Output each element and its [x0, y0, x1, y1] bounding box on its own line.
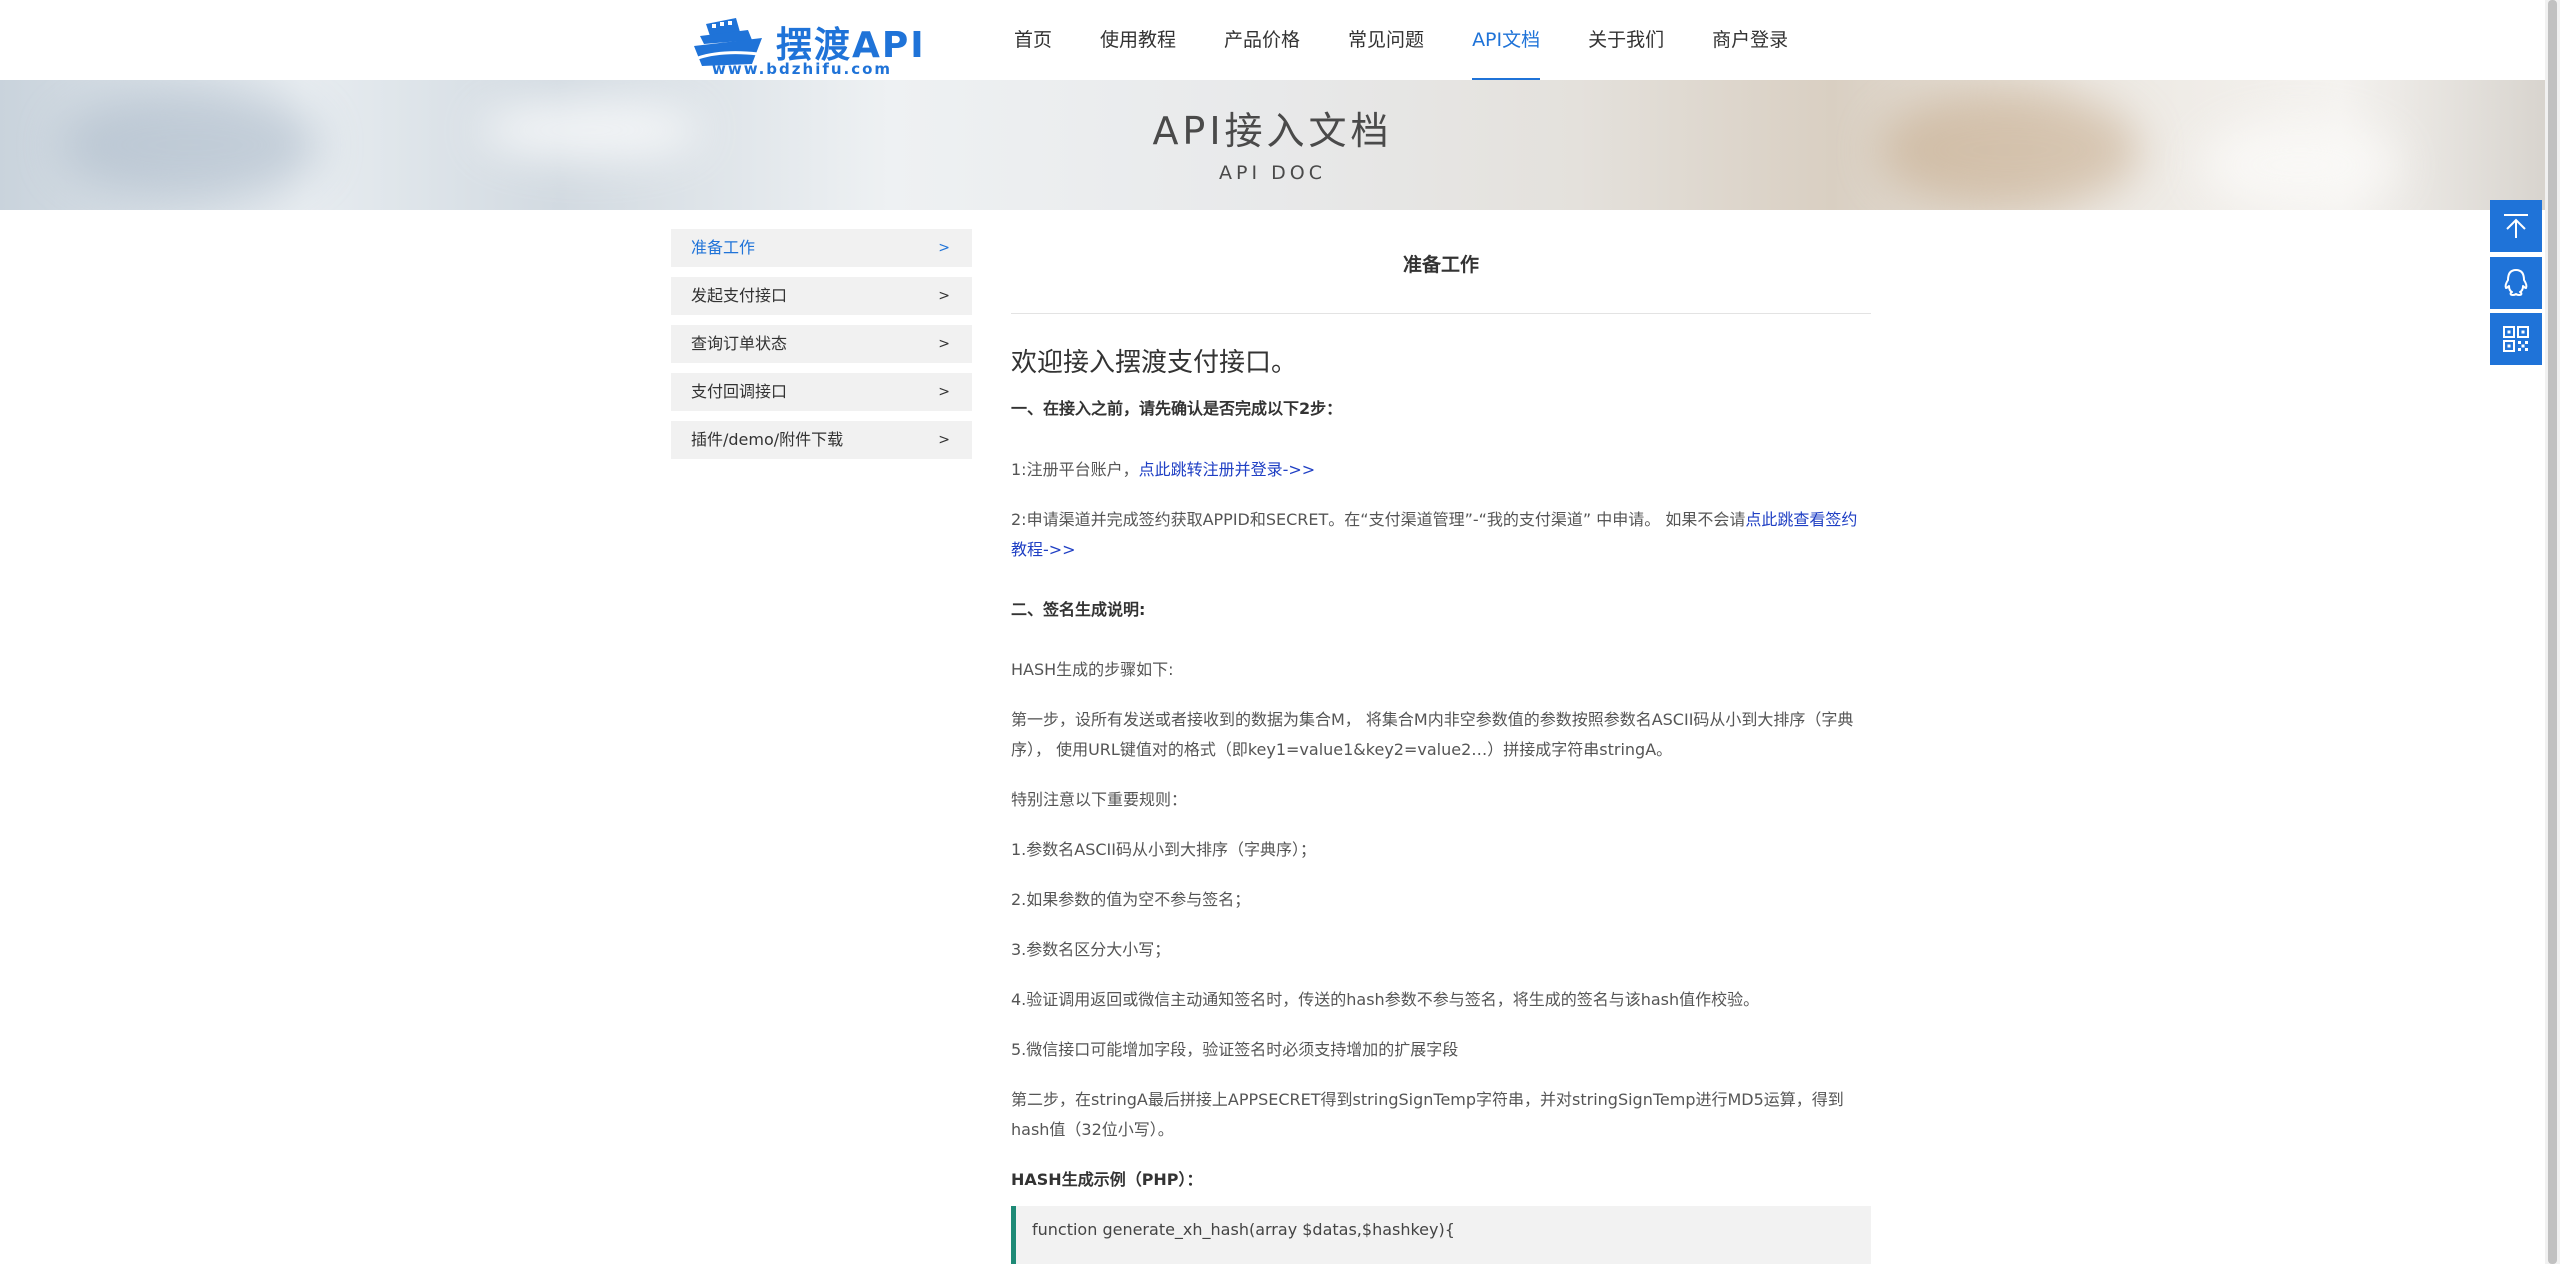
back-to-top-icon [2504, 214, 2528, 238]
logo[interactable]: 摆渡API www.bdzhifu.com [692, 12, 924, 80]
rules-title: 特别注意以下重要规则： [1011, 790, 1188, 809]
step2-paragraph: 2:申请渠道并完成签约获取APPID和SECRET。在“支付渠道管理”-“我的支… [1011, 505, 1871, 565]
page-banner: API接入文档 API DOC [0, 80, 2545, 210]
rule-item: 2.如果参数的值为空不参与签名； [1011, 890, 1251, 909]
chevron-right-icon: > [938, 336, 950, 352]
sidebar-item-callback[interactable]: 支付回调接口 > [671, 373, 972, 411]
section-heading: 一、在接入之前，请先确认是否完成以下2步： [1011, 399, 1343, 418]
qq-icon [2504, 269, 2528, 296]
section-heading: 二、签名生成说明: [1011, 600, 1146, 619]
step2-text: 2:申请渠道并完成签约获取APPID和SECRET。在“支付渠道管理”-“我的支… [1011, 510, 1746, 529]
hash-intro: HASH生成的步骤如下: [1011, 660, 1174, 679]
nav-item-home[interactable]: 首页 [990, 0, 1076, 80]
rule-item: 5.微信接口可能增加字段，验证签名时必须支持增加的扩展字段 [1011, 1040, 1459, 1059]
doc-sidebar: 准备工作 > 发起支付接口 > 查询订单状态 > 支付回调接口 > 插件/dem… [671, 229, 972, 469]
scrollbar-thumb[interactable] [2548, 0, 2557, 1264]
nav-item-pricing[interactable]: 产品价格 [1200, 0, 1324, 80]
sidebar-item-label: 准备工作 [691, 238, 756, 257]
banner-subtitle: API DOC [1219, 162, 1326, 184]
nav-item-faq[interactable]: 常见问题 [1324, 0, 1448, 80]
qrcode-button[interactable] [2490, 313, 2542, 365]
rule-item: 3.参数名区分大小写； [1011, 940, 1171, 959]
back-to-top-button[interactable] [2490, 200, 2542, 252]
nav-item-about[interactable]: 关于我们 [1564, 0, 1688, 80]
step1-paragraph: 1:注册平台账户，点此跳转注册并登录->> [1011, 455, 1871, 485]
header: 摆渡API www.bdzhifu.com 首页 使用教程 产品价格 常见问题 … [0, 0, 2545, 80]
main-nav: 首页 使用教程 产品价格 常见问题 API文档 关于我们 商户登录 [990, 0, 1812, 80]
step1-text: 1:注册平台账户， [1011, 460, 1139, 479]
rule-item: 4.验证调用返回或微信主动通知签名时，传送的hash参数不参与签名，将生成的签名… [1011, 990, 1760, 1009]
sidebar-item-label: 查询订单状态 [691, 334, 788, 353]
sidebar-item-preparation[interactable]: 准备工作 > [671, 229, 972, 267]
sidebar-item-label: 支付回调接口 [691, 382, 788, 401]
sidebar-item-create-payment[interactable]: 发起支付接口 > [671, 277, 972, 315]
sidebar-item-downloads[interactable]: 插件/demo/附件下载 > [671, 421, 972, 459]
chevron-right-icon: > [938, 384, 950, 400]
qrcode-icon [2503, 326, 2529, 352]
logo-url: www.bdzhifu.com [712, 60, 893, 78]
rule-item: 1.参数名ASCII码从小到大排序（字典序）； [1011, 840, 1316, 859]
welcome-heading: 欢迎接入摆渡支付接口。 [1011, 348, 1298, 378]
content-title: 准备工作 [1011, 250, 1871, 314]
qq-contact-button[interactable] [2490, 257, 2542, 309]
sidebar-item-label: 发起支付接口 [691, 286, 788, 305]
nav-item-merchant-login[interactable]: 商户登录 [1688, 0, 1812, 80]
code-block: function generate_xh_hash(array $datas,$… [1011, 1206, 1871, 1264]
chevron-right-icon: > [938, 288, 950, 304]
chevron-right-icon: > [938, 432, 950, 448]
banner-title: API接入文档 [1152, 109, 1393, 153]
example-title: HASH生成示例（PHP）： [1011, 1170, 1203, 1189]
doc-content: 准备工作 欢迎接入摆渡支付接口。 一、在接入之前，请先确认是否完成以下2步： 1… [1011, 250, 1871, 1264]
chevron-right-icon: > [938, 240, 950, 256]
sidebar-item-label: 插件/demo/附件下载 [691, 430, 844, 449]
register-link[interactable]: 点此跳转注册并登录->> [1139, 460, 1316, 479]
sidebar-item-query-order[interactable]: 查询订单状态 > [671, 325, 972, 363]
nav-item-api-docs[interactable]: API文档 [1448, 0, 1564, 80]
step-one-paragraph: 第一步，设所有发送或者接收到的数据为集合M， 将集合M内非空参数值的参数按照参数… [1011, 710, 1854, 759]
step-two-paragraph: 第二步，在stringA最后拼接上APPSECRET得到stringSignTe… [1011, 1090, 1844, 1139]
page-scrollbar[interactable] [2545, 0, 2560, 1264]
code-line: function generate_xh_hash(array $datas,$… [1032, 1220, 1455, 1239]
nav-item-tutorial[interactable]: 使用教程 [1076, 0, 1200, 80]
